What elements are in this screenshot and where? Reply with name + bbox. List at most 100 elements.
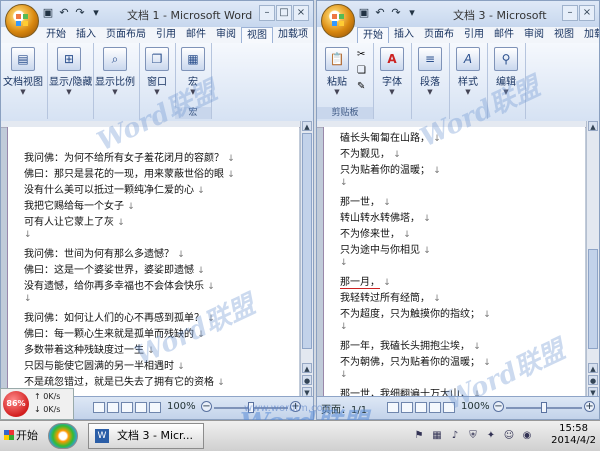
zoom-in-icon[interactable]: + — [584, 401, 595, 412]
text-line: 不为觐见， ↓ — [340, 149, 401, 160]
system-tray: ⚑ ▦ ♪ ⛨ ✦ ☺ ◉ — [412, 429, 534, 443]
full-screen-reading-icon[interactable] — [107, 402, 119, 413]
tab-home[interactable]: 开始 — [41, 27, 71, 43]
redo-icon[interactable]: ↷ — [389, 6, 403, 20]
draft-icon[interactable] — [149, 402, 161, 413]
group-zoom: ⌕ 显示比例 ▼ — [93, 43, 140, 119]
minimize-icon[interactable]: – — [259, 5, 275, 21]
tray-speaker-icon[interactable]: ◉ — [520, 429, 534, 443]
zoom-slider-thumb[interactable] — [541, 402, 547, 413]
paste-button[interactable]: 📋 粘贴 ▼ — [317, 47, 357, 96]
macro-button[interactable]: ▦ 宏 ▼ — [173, 47, 213, 96]
tray-network-icon[interactable]: ▦ — [430, 429, 444, 443]
tray-input-icon[interactable]: ✦ — [484, 429, 498, 443]
tab-view[interactable]: 视图 — [241, 27, 273, 43]
format-painter-icon[interactable]: ✎ — [357, 81, 365, 92]
outline-icon[interactable] — [429, 402, 441, 413]
text-line: ↓ — [340, 370, 348, 380]
upload-rate: ↑ 0K/s — [34, 392, 61, 401]
window-icon: ❐ — [145, 47, 169, 71]
undo-icon[interactable]: ↶ — [57, 6, 71, 20]
tab-references[interactable]: 引用 — [151, 27, 181, 43]
copy-icon[interactable]: ❏ — [357, 65, 366, 76]
clock-time: 15:58 — [559, 423, 588, 434]
text-line: 磕长头匍匐在山路， ↓ — [340, 133, 441, 144]
office-button[interactable] — [321, 4, 355, 38]
taskbar-item-word[interactable]: W 文档 3 - Micr... — [88, 423, 204, 449]
web-layout-icon[interactable] — [415, 402, 427, 413]
scroll-up-icon[interactable]: ▲ — [302, 121, 312, 131]
tab-view[interactable]: 视图 — [549, 27, 579, 43]
font-button[interactable]: A 字体 ▼ — [372, 47, 412, 96]
tab-references[interactable]: 引用 — [459, 27, 489, 43]
text-line: 佛曰：那只是昙花的一现，用来蒙蔽世俗的眼 ↓ — [24, 169, 235, 180]
save-icon[interactable]: ▣ — [357, 6, 371, 20]
group-styles: A 样式 ▼ — [449, 43, 488, 119]
zoom-out-icon[interactable]: − — [201, 401, 212, 412]
print-layout-icon[interactable] — [387, 402, 399, 413]
tab-mailings[interactable]: 邮件 — [489, 27, 519, 43]
text-line: 没有什么美可以抵过一颗纯净仁爱的心 ↓ — [24, 185, 205, 196]
prev-page-icon[interactable]: ▲ — [588, 363, 598, 373]
font-icon: A — [380, 47, 404, 71]
save-icon[interactable]: ▣ — [41, 6, 55, 20]
tab-add-ins[interactable]: 加载项 — [579, 27, 599, 43]
vertical-scrollbar[interactable]: ▲ ▲ ● ▼ — [586, 121, 599, 397]
zoom-button[interactable]: ⌕ 显示比例 ▼ — [95, 47, 135, 96]
undo-icon[interactable]: ↶ — [373, 6, 387, 20]
tab-add-ins[interactable]: 加载项 — [273, 27, 313, 43]
tab-page-layout[interactable]: 页面布 — [419, 27, 459, 43]
office-button[interactable] — [5, 4, 39, 38]
document-views-button[interactable]: ▤ 文档视图 ▼ — [3, 47, 43, 96]
window-button[interactable]: ❐ 窗口 ▼ — [137, 47, 177, 96]
tray-volume-icon[interactable]: ♪ — [448, 429, 462, 443]
tray-qq-icon[interactable]: ☺ — [502, 429, 516, 443]
zoom-level[interactable]: 100% — [167, 401, 196, 412]
full-screen-reading-icon[interactable] — [401, 402, 413, 413]
tab-insert[interactable]: 插入 — [389, 27, 419, 43]
scroll-thumb[interactable] — [302, 133, 312, 349]
document-page[interactable]: 我问佛：为何不给所有女子羞花闭月的容颜？ ↓ 佛曰：那只是昙花的一现，用来蒙蔽世… — [7, 127, 299, 397]
tab-page-layout[interactable]: 页面布局 — [101, 27, 151, 43]
tab-insert[interactable]: 插入 — [71, 27, 101, 43]
document-icon: ▤ — [11, 47, 35, 71]
zoom-level[interactable]: 100% — [461, 401, 490, 412]
select-browse-object-icon[interactable]: ● — [588, 375, 598, 385]
scroll-thumb[interactable] — [588, 249, 598, 349]
start-button[interactable]: 开始 — [2, 425, 42, 447]
paragraph-button[interactable]: ≡ 段落 ▼ — [410, 47, 450, 96]
draft-icon[interactable] — [443, 402, 455, 413]
tab-review[interactable]: 审阅 — [211, 27, 241, 43]
editing-button[interactable]: ⚲ 编辑 ▼ — [486, 47, 526, 96]
redo-icon[interactable]: ↷ — [73, 6, 87, 20]
app-launcher-icon[interactable] — [48, 423, 78, 449]
tab-home[interactable]: 开始 — [357, 27, 389, 43]
tab-review[interactable]: 审阅 — [519, 27, 549, 43]
document-page[interactable]: 磕长头匍匐在山路， ↓ 不为觐见， ↓ 只为贴着你的温暖； ↓ ↓ 那一世， ↓… — [323, 127, 585, 397]
customize-icon[interactable]: ▾ — [89, 6, 103, 20]
zoom-out-icon[interactable]: − — [493, 401, 504, 412]
show-hide-button[interactable]: ⊞ 显示/隐藏 ▼ — [49, 47, 92, 96]
minimize-icon[interactable]: – — [562, 5, 578, 21]
tray-flag-icon[interactable]: ⚑ — [412, 429, 426, 443]
maximize-icon[interactable]: □ — [276, 5, 292, 21]
group-macros: ▦ 宏 ▼ 宏 — [175, 43, 212, 119]
close-icon[interactable]: × — [579, 5, 595, 21]
tray-security-icon[interactable]: ⛨ — [466, 429, 480, 443]
customize-icon[interactable]: ▾ — [405, 6, 419, 20]
outline-icon[interactable] — [135, 402, 147, 413]
web-layout-icon[interactable] — [121, 402, 133, 413]
clock[interactable]: 15:58 2014/4/2 — [551, 423, 596, 447]
vertical-scrollbar[interactable]: ▲ ▲ ● ▼ — [300, 121, 313, 397]
text-line: 我问佛：为何不给所有女子羞花闭月的容颜？ ↓ — [24, 153, 235, 164]
scroll-up-icon[interactable]: ▲ — [588, 121, 598, 131]
tab-mailings[interactable]: 邮件 — [181, 27, 211, 43]
prev-page-icon[interactable]: ▲ — [302, 363, 312, 373]
select-browse-object-icon[interactable]: ● — [302, 375, 312, 385]
text-line: 不为朝佛，只为贴着你的温暖； ↓ — [340, 357, 491, 368]
network-speed-widget[interactable]: 86% ↑ 0K/s ↓ 0K/s — [0, 388, 74, 420]
close-icon[interactable]: × — [293, 5, 309, 21]
styles-button[interactable]: A 样式 ▼ — [448, 47, 488, 96]
print-layout-icon[interactable] — [93, 402, 105, 413]
cut-icon[interactable]: ✂ — [357, 49, 365, 60]
